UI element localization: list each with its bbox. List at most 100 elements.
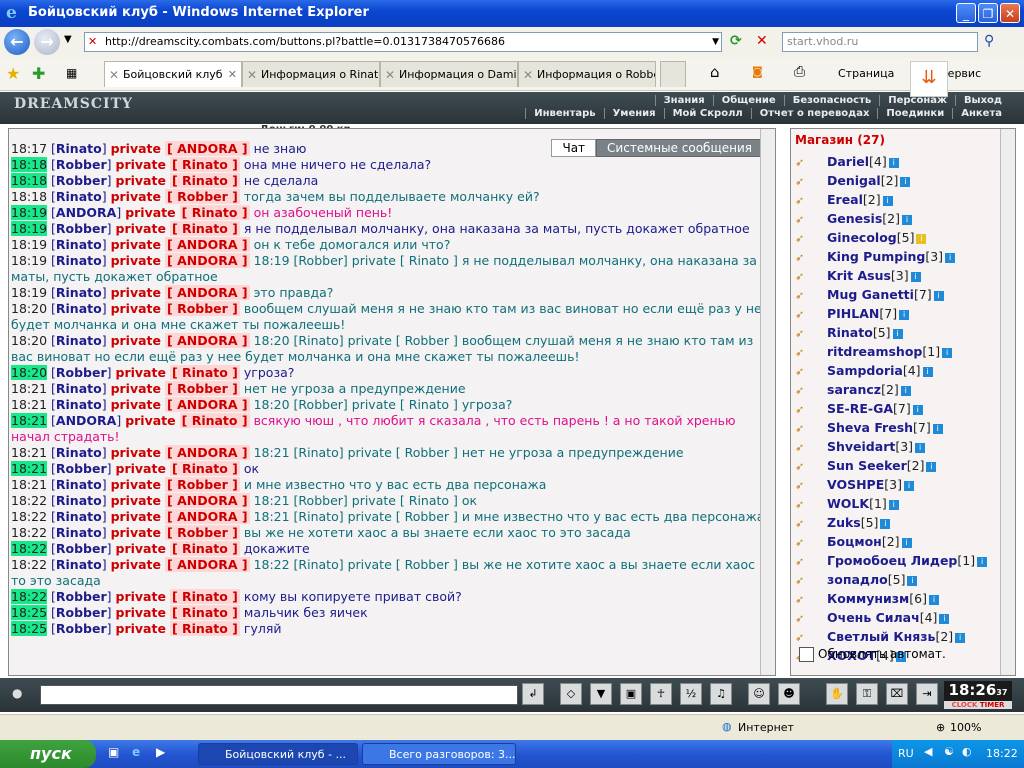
close-button[interactable]: ✕ bbox=[1000, 3, 1020, 23]
chat-sender[interactable]: ANDORA bbox=[56, 205, 116, 220]
eraser-icon[interactable]: ◇ bbox=[560, 683, 582, 705]
private-arrow-icon[interactable]: ➶ bbox=[795, 325, 817, 343]
chat-recipient[interactable]: [ Rinato ] bbox=[179, 205, 250, 220]
page-menu[interactable]: Страница bbox=[838, 67, 894, 80]
tab-info-rinato[interactable]: ✕ Информация о Rinato bbox=[242, 61, 380, 87]
user-info-icon[interactable]: i bbox=[942, 347, 953, 358]
exit-icon[interactable]: ⇥ bbox=[916, 683, 938, 705]
chat-recipient[interactable]: [ ANDORA ] bbox=[164, 445, 250, 460]
user-name[interactable]: VOSHPE bbox=[827, 477, 884, 492]
auto-refresh-checkbox[interactable] bbox=[799, 647, 814, 662]
user-info-icon[interactable]: i bbox=[880, 518, 891, 529]
chat-time[interactable]: 18:22 bbox=[11, 509, 47, 524]
chat-sender[interactable]: Rinato bbox=[56, 285, 102, 300]
user-name[interactable]: PIHLAN bbox=[827, 306, 879, 321]
user-name[interactable]: Zuks bbox=[827, 515, 861, 530]
private-arrow-icon[interactable]: ➶ bbox=[795, 268, 817, 286]
user-info-icon[interactable]: i bbox=[939, 613, 950, 624]
task-chat-window[interactable]: Всего разговоров: 3... bbox=[362, 743, 516, 765]
chat-sender[interactable]: Robber bbox=[56, 221, 107, 236]
chat-time[interactable]: 18:25 bbox=[11, 605, 48, 620]
user-name[interactable]: Sun Seeker bbox=[827, 458, 907, 473]
private-arrow-icon[interactable]: ➶ bbox=[795, 154, 817, 172]
chat-recipient[interactable]: [ ANDORA ] bbox=[164, 253, 250, 268]
lock-icon[interactable]: ⌧ bbox=[886, 683, 908, 705]
chat-recipient[interactable]: [ Robber ] bbox=[164, 477, 240, 492]
chat-time[interactable]: 18:21 bbox=[11, 461, 48, 476]
chat-time[interactable]: 18:19 bbox=[11, 253, 47, 268]
menu-item-inventory[interactable]: Инвентарь bbox=[525, 108, 603, 119]
chat-recipient[interactable]: [ Rinato ] bbox=[169, 365, 240, 380]
private-arrow-icon[interactable]: ➶ bbox=[795, 515, 817, 533]
private-arrow-icon[interactable]: ➶ bbox=[795, 591, 817, 609]
sound-icon[interactable]: ♫ bbox=[710, 683, 732, 705]
chat-time[interactable]: 18:20 bbox=[11, 301, 47, 316]
user-name[interactable]: SE-RE-GA bbox=[827, 401, 893, 416]
chat-sender[interactable]: Robber bbox=[56, 541, 107, 556]
private-arrow-icon[interactable]: ➶ bbox=[795, 477, 817, 495]
user-name[interactable]: Sheva Fresh bbox=[827, 420, 913, 435]
menu-item-skills[interactable]: Умения bbox=[603, 108, 664, 119]
user-name[interactable]: Dariel bbox=[827, 154, 869, 169]
user-info-icon[interactable]: i bbox=[932, 423, 943, 434]
user-name[interactable]: WOLK bbox=[827, 496, 869, 511]
user-info-icon[interactable]: i bbox=[888, 499, 899, 510]
user-info-icon[interactable]: i bbox=[900, 176, 911, 187]
chat-sender[interactable]: Robber bbox=[56, 605, 107, 620]
chat-recipient[interactable]: [ ANDORA ] bbox=[164, 237, 250, 252]
stop-icon[interactable]: ✕ bbox=[756, 33, 768, 49]
tab-combats[interactable]: ✕ Бойцовский клуб ✕ bbox=[104, 61, 242, 87]
chat-recipient[interactable]: [ Rinato ] bbox=[169, 621, 240, 636]
maximize-button[interactable]: ❐ bbox=[978, 3, 998, 23]
zoom-level[interactable]: 100% bbox=[950, 721, 981, 734]
user-info-icon[interactable]: i bbox=[888, 157, 899, 168]
user-name[interactable]: King Pumping bbox=[827, 249, 925, 264]
chat-time[interactable]: 18:19 bbox=[11, 237, 47, 252]
chat-recipient[interactable]: [ Robber ] bbox=[164, 525, 240, 540]
hand-icon[interactable]: ✋ bbox=[826, 683, 848, 705]
user-info-icon[interactable]: i bbox=[916, 233, 927, 244]
chat-recipient[interactable]: [ Rinato ] bbox=[169, 157, 240, 172]
auto-refresh-option[interactable]: Обновлять автомат. bbox=[799, 647, 946, 662]
search-icon[interactable]: ⚲ bbox=[984, 33, 994, 49]
user-info-icon[interactable]: i bbox=[899, 309, 910, 320]
chat-time[interactable]: 18:19 bbox=[11, 285, 47, 300]
filter-icon[interactable]: ▼ bbox=[590, 683, 612, 705]
chat-sender[interactable]: ANDORA bbox=[56, 413, 116, 428]
user-info-icon[interactable]: i bbox=[926, 461, 937, 472]
chat-recipient[interactable]: [ Rinato ] bbox=[169, 605, 240, 620]
chat-sender[interactable]: Robber bbox=[56, 461, 107, 476]
chat-time[interactable]: 18:19 bbox=[11, 205, 48, 220]
private-arrow-icon[interactable]: ➶ bbox=[795, 382, 817, 400]
user-name[interactable]: Genesis bbox=[827, 211, 882, 226]
download-arrow-icon[interactable]: ⇊ bbox=[910, 61, 948, 97]
menu-item-knowledge[interactable]: Знания bbox=[654, 95, 713, 106]
chat-scrollbar[interactable] bbox=[760, 129, 775, 675]
save-log-icon[interactable]: ▣ bbox=[620, 683, 642, 705]
people-icon[interactable]: ☻ bbox=[778, 683, 800, 705]
user-name[interactable]: Denigal bbox=[827, 173, 881, 188]
chat-recipient[interactable]: [ ANDORA ] bbox=[164, 285, 250, 300]
user-name[interactable]: Shveidart bbox=[827, 439, 895, 454]
address-bar[interactable]: ✕ http://dreamscity.combats.com/buttons.… bbox=[84, 32, 722, 52]
private-arrow-icon[interactable]: ➶ bbox=[795, 230, 817, 248]
chat-sender[interactable]: Rinato bbox=[56, 237, 102, 252]
chat-sender[interactable]: Robber bbox=[56, 157, 107, 172]
users-scrollbar[interactable] bbox=[1000, 129, 1015, 675]
print-icon[interactable]: ⎙ bbox=[794, 64, 805, 80]
user-name[interactable]: Ereal bbox=[827, 192, 863, 207]
chat-recipient[interactable]: [ ANDORA ] bbox=[164, 509, 250, 524]
user-info-icon[interactable]: i bbox=[928, 594, 939, 605]
chat-time[interactable]: 18:18 bbox=[11, 157, 48, 172]
quick-tabs-icon[interactable]: ▦ bbox=[66, 66, 77, 80]
chat-recipient[interactable]: [ Rinato ] bbox=[169, 589, 240, 604]
chat-sender[interactable]: Rinato bbox=[56, 493, 102, 508]
history-dropdown-icon[interactable]: ▼ bbox=[64, 34, 72, 45]
private-arrow-icon[interactable]: ➶ bbox=[795, 401, 817, 419]
chat-sender[interactable]: Rinato bbox=[56, 397, 102, 412]
chat-recipient[interactable]: [ Robber ] bbox=[164, 189, 240, 204]
user-name[interactable]: Очень Силач bbox=[827, 610, 920, 625]
fighter-icon[interactable]: ☥ bbox=[650, 683, 672, 705]
chat-recipient[interactable]: [ ANDORA ] bbox=[164, 141, 250, 156]
chat-time[interactable]: 18:21 bbox=[11, 477, 47, 492]
